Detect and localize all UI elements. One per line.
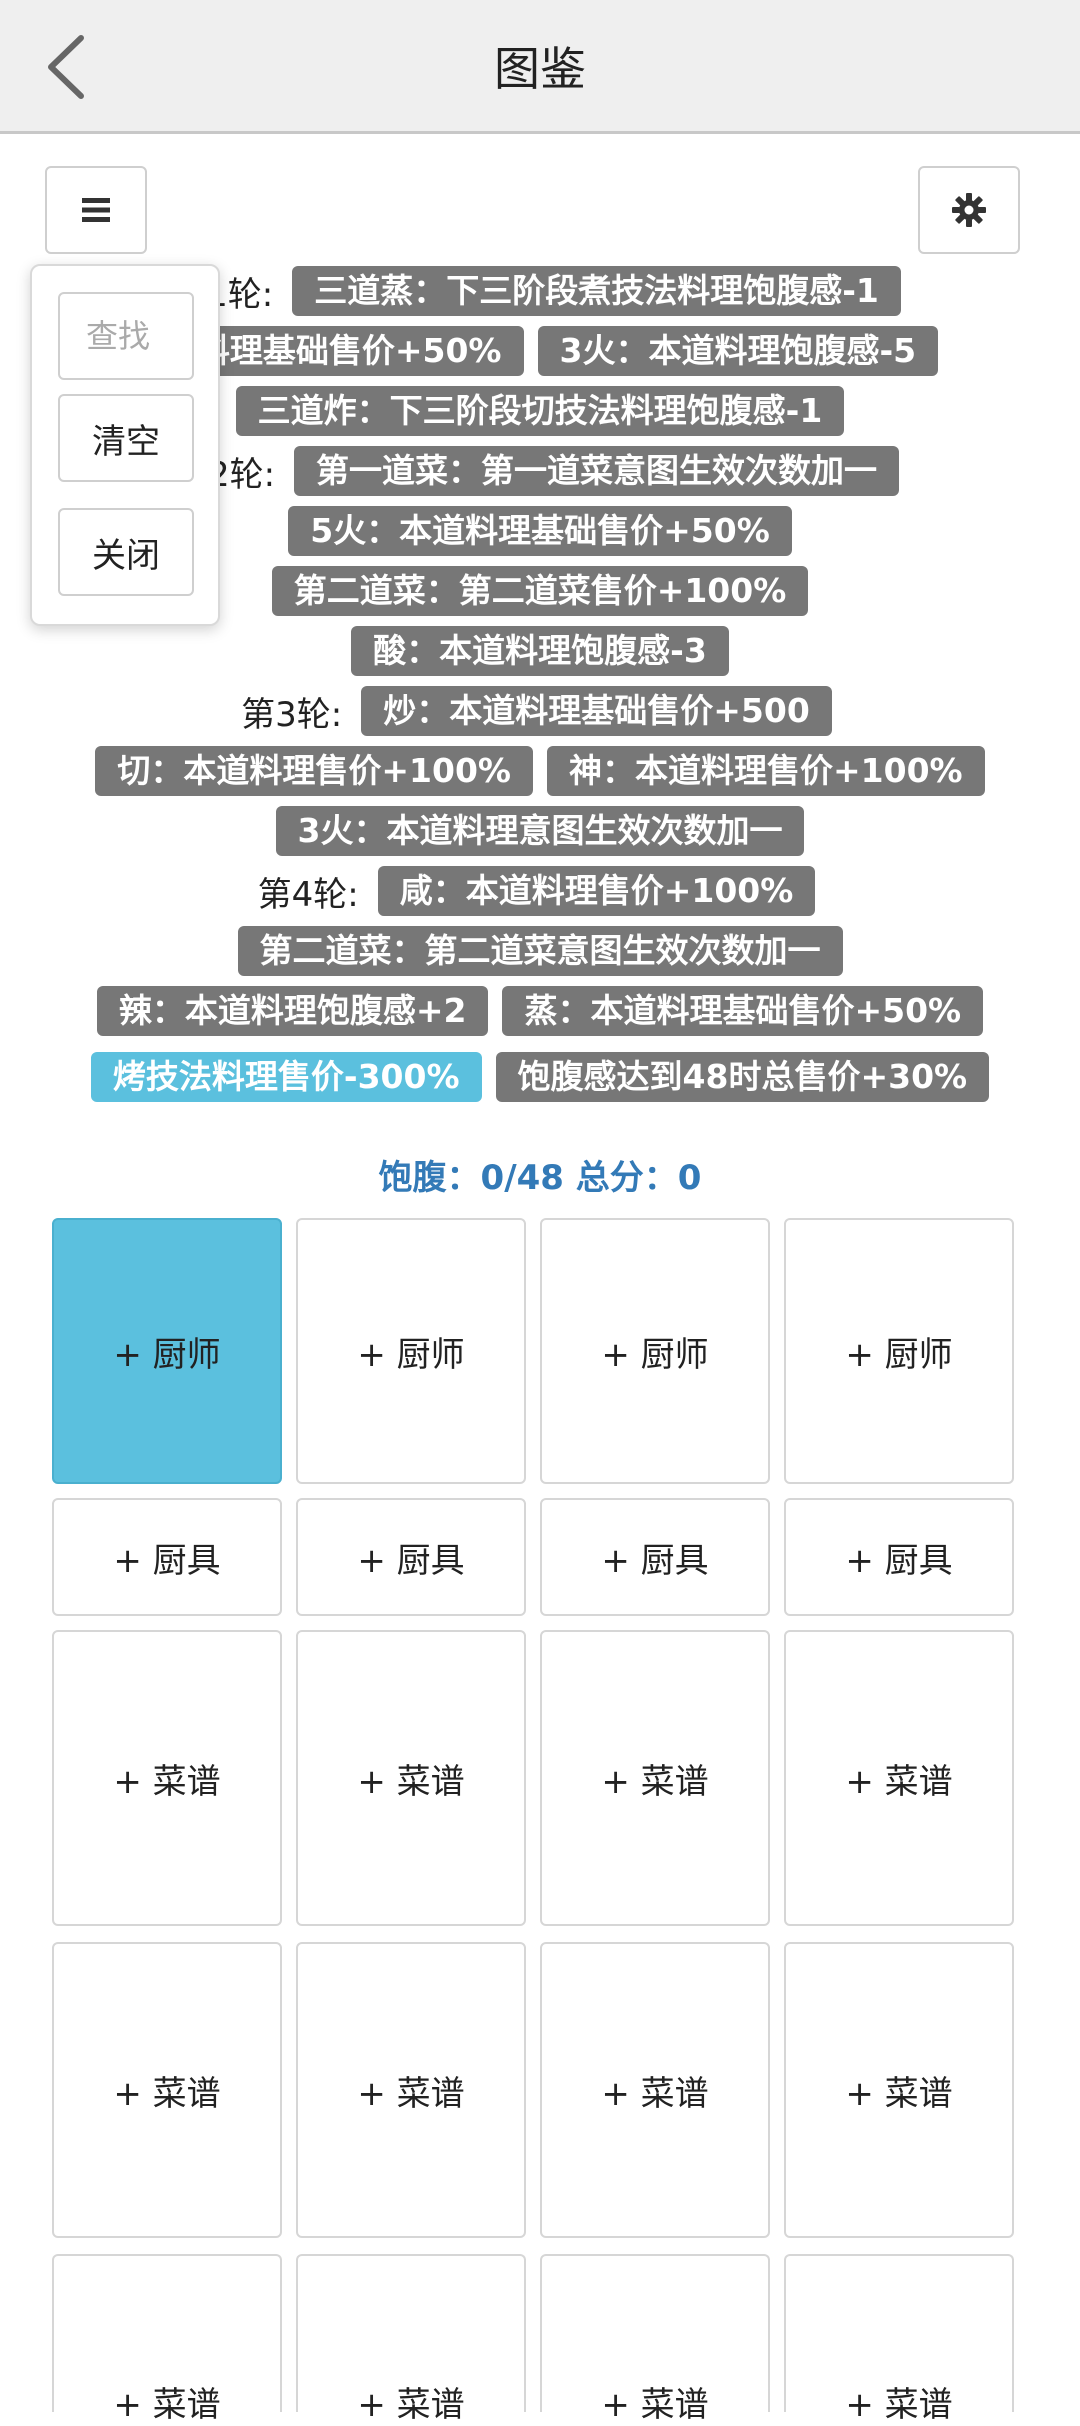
settings-button[interactable] bbox=[918, 166, 1020, 254]
intent-tag: 第二道菜：第二道菜意图生效次数加一 bbox=[237, 926, 843, 976]
tool-slot-4[interactable]: + 厨具 bbox=[784, 1498, 1014, 1616]
intent-tag: 辣：本道料理饱腹感+2 bbox=[96, 986, 489, 1036]
round-2-line-4: 酸：本道料理饱腹感-3 bbox=[0, 626, 1080, 676]
tool-slot-1[interactable]: + 厨具 bbox=[52, 1498, 282, 1616]
round-4-line-2: 第二道菜：第二道菜意图生效次数加一 bbox=[0, 926, 1080, 976]
bonus-tag-active: 烤技法料理售价-300% bbox=[90, 1052, 482, 1102]
tool-slot-2[interactable]: + 厨具 bbox=[296, 1498, 526, 1616]
tool-slot-3[interactable]: + 厨具 bbox=[540, 1498, 770, 1616]
search-input[interactable] bbox=[58, 292, 194, 380]
clear-button[interactable]: 清空 bbox=[58, 394, 194, 482]
bonus-tag: 饱腹感达到48时总售价+30% bbox=[495, 1052, 990, 1102]
recipe-slot-3-3[interactable]: + 菜谱 bbox=[540, 2254, 770, 2425]
intent-tag: 三道蒸：下三阶段煮技法料理饱腹感-1 bbox=[292, 266, 901, 316]
chef-slot-2[interactable]: + 厨师 bbox=[296, 1218, 526, 1484]
intent-tag: 神：本道料理售价+100% bbox=[547, 746, 985, 796]
intent-tag: 咸：本道料理售价+100% bbox=[377, 866, 816, 916]
round-3-label: 第3轮: bbox=[241, 694, 343, 735]
recipe-slot-label: + 菜谱 bbox=[357, 2385, 465, 2425]
round-4-label: 第4轮: bbox=[257, 874, 359, 915]
chef-slot-3[interactable]: + 厨师 bbox=[540, 1218, 770, 1484]
menu-popup: 清空 关闭 bbox=[30, 264, 220, 626]
intent-tag: 第二道菜：第二道菜售价+100% bbox=[271, 566, 809, 616]
recipe-slot-2-1[interactable]: + 菜谱 bbox=[52, 1942, 282, 2238]
recipe-slot-label: + 菜谱 bbox=[113, 2385, 221, 2425]
intent-tag: 三道炸：下三阶段切技法料理饱腹感-1 bbox=[235, 386, 845, 436]
round-3-line-1: 第3轮: 炒：本道料理基础售价+500 bbox=[0, 686, 1080, 736]
recipe-slot-1-1[interactable]: + 菜谱 bbox=[52, 1630, 282, 1926]
round-4-line-3: 辣：本道料理饱腹感+2 蒸：本道料理基础售价+50% bbox=[0, 986, 1080, 1036]
recipe-slot-1-4[interactable]: + 菜谱 bbox=[784, 1630, 1014, 1926]
intent-tag: 第一道菜：第一道菜意图生效次数加一 bbox=[294, 446, 900, 496]
recipe-slot-2-2[interactable]: + 菜谱 bbox=[296, 1942, 526, 2238]
round-3-line-2: 切：本道料理售价+100% 神：本道料理售价+100% bbox=[0, 746, 1080, 796]
recipe-slot-2-4[interactable]: + 菜谱 bbox=[784, 1942, 1014, 2238]
gear-icon bbox=[952, 193, 986, 227]
hamburger-icon bbox=[82, 198, 110, 222]
recipe-slot-label: + 菜谱 bbox=[845, 2385, 953, 2425]
recipe-slot-label: + 菜谱 bbox=[601, 2385, 709, 2425]
intent-tag: 炒：本道料理基础售价+500 bbox=[361, 686, 832, 736]
intent-tag: 切：本道料理售价+100% bbox=[95, 746, 533, 796]
intent-tag: 酸：本道料理饱腹感-3 bbox=[351, 626, 729, 676]
menu-button[interactable] bbox=[45, 166, 147, 254]
round-4-line-1: 第4轮: 咸：本道料理售价+100% bbox=[0, 866, 1080, 916]
score-summary: 饱腹：0/48 总分：0 bbox=[378, 1158, 702, 1198]
round-3-line-3: 3火：本道料理意图生效次数加一 bbox=[0, 806, 1080, 856]
recipe-slot-3-1[interactable]: + 菜谱 bbox=[52, 2254, 282, 2425]
bonus-line: 烤技法料理售价-300% 饱腹感达到48时总售价+30% bbox=[0, 1052, 1080, 1102]
close-button[interactable]: 关闭 bbox=[58, 508, 194, 596]
recipe-slot-3-4[interactable]: + 菜谱 bbox=[784, 2254, 1014, 2425]
intent-tag: 3火：本道料理意图生效次数加一 bbox=[275, 806, 805, 856]
recipe-slot-2-3[interactable]: + 菜谱 bbox=[540, 1942, 770, 2238]
intent-tag: 5火：本道料理基础售价+50% bbox=[288, 506, 792, 556]
top-bar: 图鉴 bbox=[0, 0, 1080, 134]
recipe-slot-1-3[interactable]: + 菜谱 bbox=[540, 1630, 770, 1926]
chef-slot-4[interactable]: + 厨师 bbox=[784, 1218, 1014, 1484]
intent-tag: 3火：本道料理饱腹感-5 bbox=[537, 326, 939, 376]
recipe-slot-1-2[interactable]: + 菜谱 bbox=[296, 1630, 526, 1926]
chef-slot-1[interactable]: + 厨师 bbox=[52, 1218, 282, 1484]
recipe-slot-3-2[interactable]: + 菜谱 bbox=[296, 2254, 526, 2425]
intent-tag: 蒸：本道料理基础售价+50% bbox=[502, 986, 984, 1036]
page-title: 图鉴 bbox=[494, 42, 586, 96]
